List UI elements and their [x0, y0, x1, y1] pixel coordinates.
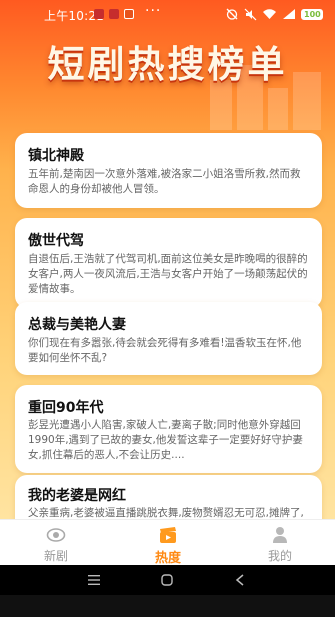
signal-icon: [283, 9, 295, 19]
drama-card[interactable]: 傲世代驾 自退伍后,王浩就了代驾司机,面前这位美女是昨晚喝的很醉的女客户,两人一…: [15, 218, 322, 308]
wifi-icon: [263, 9, 276, 19]
bottom-tab-bar: 新剧 热度 我的: [0, 519, 335, 565]
home-button[interactable]: [147, 565, 187, 595]
drama-title: 总裁与美艳人妻: [28, 317, 126, 333]
tab-label: 新剧: [43, 549, 68, 563]
alarm-off-icon: [226, 8, 238, 20]
notification-icon: [124, 9, 134, 19]
drama-title: 重回90年代: [28, 400, 104, 416]
notification-icon: [94, 9, 104, 19]
drama-card[interactable]: 镇北神殿 五年前,楚南因一次意外落难,被洛家二小姐洛雪所救,然而救命恩人的身份却…: [15, 133, 322, 208]
person-icon: [273, 527, 287, 543]
drama-description: 你们现在有多嚣张,待会就会死得有多难看!温香软玉在怀,他要如何坐怀不乱?: [28, 337, 302, 364]
notification-icon: [109, 9, 119, 19]
system-nav-bar: [0, 565, 335, 595]
drama-card[interactable]: 总裁与美艳人妻 你们现在有多嚣张,待会就会死得有多难看!温香软玉在怀,他要如何坐…: [15, 302, 322, 375]
drama-description: 五年前,楚南因一次意外落难,被洛家二小姐洛雪所救,然而救命恩人的身份却被他人冒领…: [28, 168, 301, 195]
tab-mine[interactable]: 我的: [240, 520, 320, 565]
menu-button[interactable]: [74, 565, 114, 595]
battery-level: 100: [304, 9, 321, 19]
back-icon: [235, 574, 244, 586]
status-bar: 上午10:21 ··· 100: [0, 0, 335, 28]
battery-icon: 100: [301, 8, 323, 20]
bottom-edge: [0, 595, 335, 617]
drama-description: 彭昱光遭遇小人陷害,家破人亡,妻离子散;同时他意外穿越回1990年,遇到了已故的…: [28, 419, 303, 461]
home-icon: [161, 574, 173, 586]
drama-description: 自退伍后,王浩就了代驾司机,面前这位美女是昨晚喝的很醉的女客户,两人一夜风流后,…: [28, 253, 308, 295]
drama-title: 镇北神殿: [28, 148, 84, 164]
status-icons: 100: [225, 6, 323, 22]
drama-card[interactable]: 重回90年代 彭昱光遭遇小人陷害,家破人亡,妻离子散;同时他意外穿越回1990年…: [15, 385, 322, 473]
clapperboard-icon: [160, 527, 176, 543]
tab-hot[interactable]: 热度: [128, 520, 208, 565]
back-button[interactable]: [220, 565, 260, 595]
tab-label: 我的: [267, 549, 292, 563]
menu-icon: [88, 575, 100, 585]
drama-title: 傲世代驾: [28, 233, 84, 249]
mute-icon: [244, 8, 257, 20]
drama-title: 我的老婆是网红: [28, 488, 126, 504]
page-title: 短剧热搜榜单: [47, 42, 288, 86]
more-notifications-icon: ···: [145, 3, 162, 19]
tab-label: 热度: [154, 551, 181, 565]
tab-new[interactable]: 新剧: [16, 520, 96, 565]
eye-icon: [46, 528, 66, 542]
app-screen: 上午10:21 ··· 100 短剧热搜榜单 镇北神殿 五年前,楚南因一次意外落…: [0, 0, 335, 565]
